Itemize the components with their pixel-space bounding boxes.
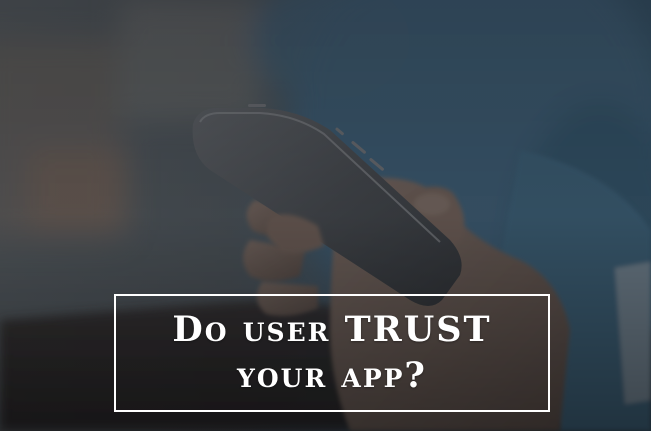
headline-line-1: Do user TRUST bbox=[172, 309, 492, 350]
headline-frame: Do user TRUST your app? bbox=[114, 294, 550, 412]
headline-line-2: your app? bbox=[237, 355, 427, 396]
banner-image: Do user TRUST your app? bbox=[0, 0, 651, 431]
